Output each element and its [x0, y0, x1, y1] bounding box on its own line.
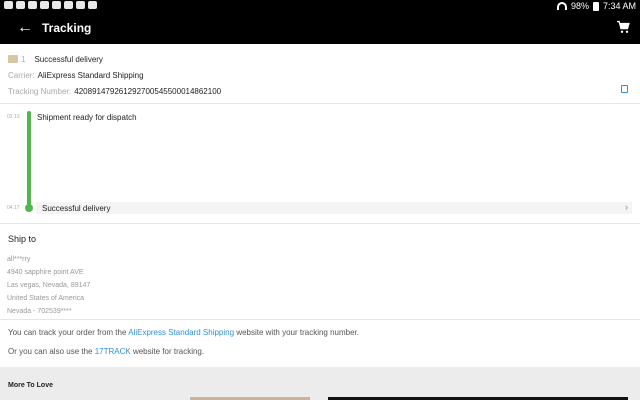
tracking-number-row: Tracking Number: 42089147926129270054550… — [8, 83, 632, 99]
ship-to-title: Ship to — [8, 234, 37, 244]
help-text: website for tracking. — [130, 347, 205, 356]
package-number: 1 — [21, 54, 26, 64]
app-bar: ← Tracking — [0, 12, 640, 44]
notification-icons — [4, 1, 97, 9]
event-time: 04:17 — [7, 205, 20, 211]
tracking-help-line: Or you can also use the 17TRACK website … — [8, 347, 359, 366]
address-line: 4940 sapphire point AVE — [7, 269, 84, 276]
carrier-row: Carrier: AliExpress Standard Shipping — [8, 67, 632, 83]
timeline-event: Shipment ready for dispatch — [37, 113, 137, 122]
carrier-website-link[interactable]: AliExpress Standard Shipping — [128, 328, 234, 337]
battery-percent: 98% — [570, 1, 589, 11]
divider — [0, 319, 640, 320]
battery-icon — [592, 1, 599, 11]
tracking-help: You can track your order from the AliExp… — [8, 328, 359, 366]
notification-icon — [28, 1, 37, 9]
wifi-icon — [556, 2, 567, 10]
notification-icon — [88, 1, 97, 9]
17track-link[interactable]: 17TRACK — [95, 347, 131, 356]
timeline-event-row[interactable]: Successful delivery › — [36, 202, 632, 214]
notification-icon — [76, 1, 85, 9]
carrier-label: Carrier: — [8, 70, 35, 80]
address-line: Las vegas, Nevada, 89147 — [7, 282, 91, 289]
notification-icon — [52, 1, 61, 9]
notification-icon — [4, 1, 13, 9]
help-text: You can track your order from the — [8, 328, 129, 337]
more-to-love-title: More To Love — [8, 382, 53, 389]
event-time: 02:13 — [7, 114, 20, 120]
copy-icon[interactable] — [621, 85, 628, 93]
tracking-timeline: 02:13 Shipment ready for dispatch 04:17 … — [0, 104, 640, 216]
tracking-help-line: You can track your order from the AliExp… — [8, 328, 359, 347]
tracking-number-label: Tracking Number: — [8, 86, 72, 96]
shipping-address: all***rry 4940 sapphire point AVE Las ve… — [7, 253, 90, 318]
address-line: Nevada - 702539**** — [7, 308, 72, 315]
package-status: Successful delivery — [34, 54, 103, 64]
back-arrow-icon[interactable]: ← — [16, 19, 34, 37]
cart-icon[interactable] — [616, 20, 630, 34]
notification-icon — [40, 1, 49, 9]
notification-icon — [64, 1, 73, 9]
divider — [0, 223, 640, 224]
status-bar: 98% 7:34 AM — [0, 0, 640, 12]
package-icon — [8, 55, 18, 63]
help-text: Or you can also use the — [8, 347, 95, 356]
chevron-right-icon: › — [625, 202, 628, 212]
page-title: Tracking — [42, 21, 92, 35]
more-to-love-section: More To Love — [0, 367, 640, 400]
address-line: United States of America — [7, 295, 85, 302]
carrier-name: AliExpress Standard Shipping — [37, 70, 144, 80]
clock: 7:34 AM — [602, 1, 636, 11]
package-info: 1 Successful delivery Carrier: AliExpres… — [8, 51, 632, 99]
status-right: 98% 7:34 AM — [556, 0, 636, 12]
address-line: all***rry — [7, 256, 31, 263]
notification-icon — [16, 1, 25, 9]
help-text: website with your tracking number. — [234, 328, 360, 337]
package-status-row: 1 Successful delivery — [8, 51, 632, 67]
timeline-event: Successful delivery — [42, 204, 111, 213]
timeline-line — [27, 111, 31, 209]
tracking-number: 420891479261292700545500014862100 — [74, 86, 222, 96]
timeline-dot — [25, 204, 33, 212]
